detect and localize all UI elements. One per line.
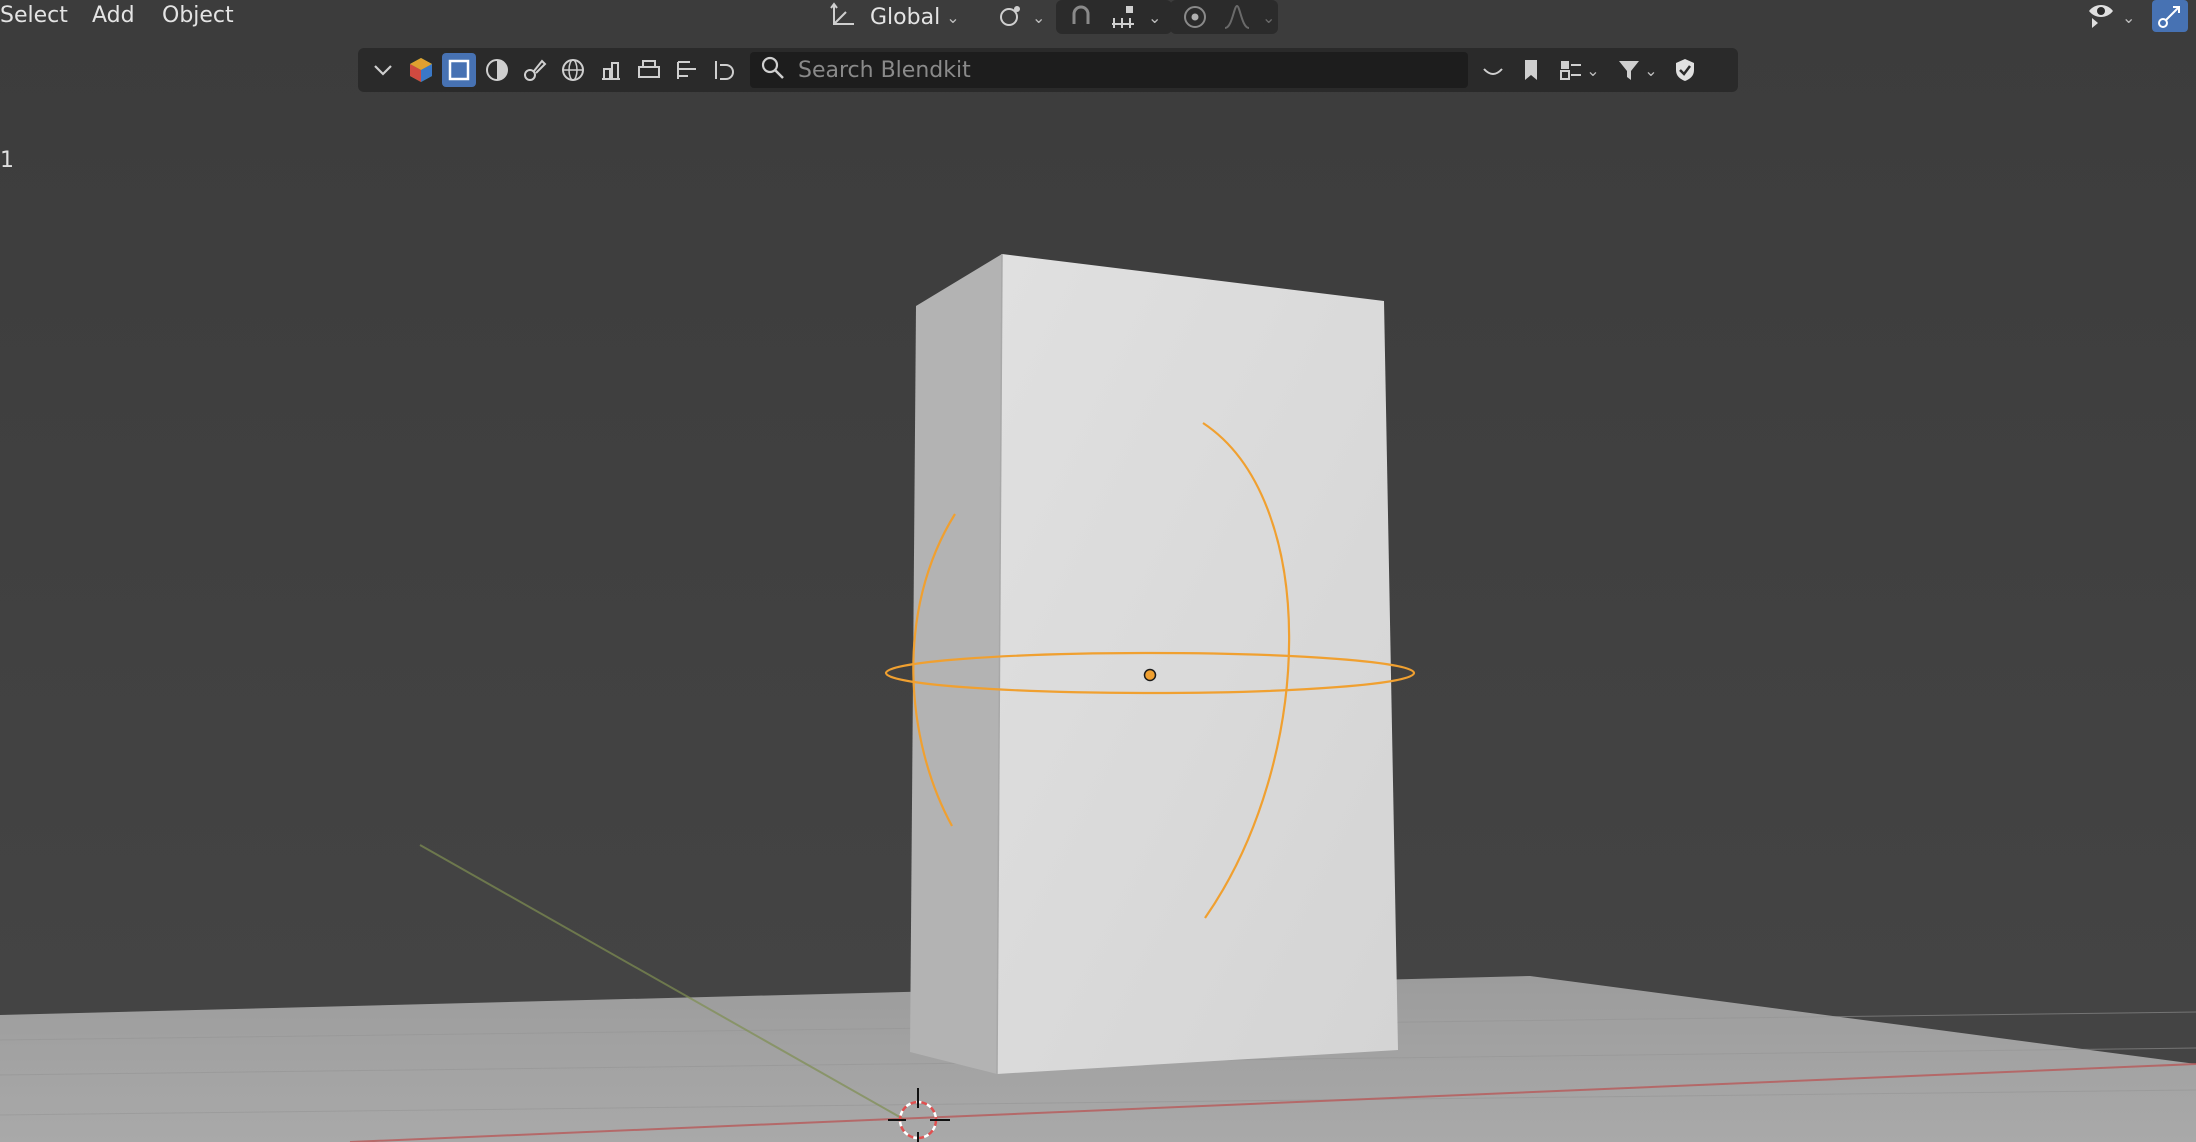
chevron-down-icon: ⌄ <box>2122 7 2136 27</box>
brush-icon[interactable] <box>518 53 552 87</box>
search-icon <box>760 55 786 85</box>
transform-orientation-icon <box>828 0 858 34</box>
chevron-down-icon: ⌄ <box>1586 60 1600 80</box>
menu-select[interactable]: Select <box>0 0 72 32</box>
viewport-header: Select Add Object Global ⌄ ⌄ ⌄ ⌄ ⌄ <box>0 0 2196 34</box>
3d-viewport[interactable] <box>0 0 2196 1142</box>
search-input[interactable] <box>796 56 1458 84</box>
search-box[interactable] <box>750 52 1468 88</box>
visibility-dropdown[interactable]: ⌄ <box>2080 0 2146 34</box>
hdr-icon[interactable] <box>556 53 590 87</box>
orientation-label: Global <box>870 4 941 30</box>
model-icon[interactable] <box>442 53 476 87</box>
object-origin <box>1143 668 1157 682</box>
chevron-down-icon: ⌄ <box>1032 7 1046 27</box>
menu-add[interactable]: Add <box>88 0 139 32</box>
asset-bar-icon[interactable]: ⌄ <box>1552 53 1606 87</box>
shield-icon[interactable] <box>1668 53 1702 87</box>
falloff-icon[interactable] <box>1218 2 1256 32</box>
gizmo-icon[interactable] <box>2152 0 2188 32</box>
menu-object[interactable]: Object <box>158 0 238 32</box>
snap-increment-icon[interactable] <box>1104 2 1142 32</box>
cube-front-face <box>997 254 1398 1074</box>
printable-icon[interactable] <box>632 53 666 87</box>
scene-icon[interactable] <box>594 53 628 87</box>
blenderkit-bar: ⌄ ⌄ <box>358 48 1738 92</box>
nodegroup-icon[interactable] <box>670 53 704 87</box>
filter-icon[interactable]: ⌄ <box>1610 53 1664 87</box>
chevron-down-icon[interactable]: ⌄ <box>1148 8 1161 27</box>
pivot-icon <box>996 0 1026 34</box>
chevron-down-icon: ⌄ <box>1644 60 1658 80</box>
viewport-side-mark: 1 <box>0 148 14 173</box>
addon-icon[interactable] <box>708 53 742 87</box>
bookmark-icon[interactable] <box>1514 53 1548 87</box>
blenderkit-logo-icon[interactable] <box>404 53 438 87</box>
chevron-down-icon[interactable]: ⌄ <box>1262 8 1275 27</box>
snap-group: ⌄ <box>1056 0 1172 34</box>
orientation-dropdown[interactable]: Global ⌄ <box>822 0 982 34</box>
proportional-edit-group: ⌄ <box>1170 0 1278 34</box>
chevron-down-icon: ⌄ <box>946 7 960 27</box>
snap-icon[interactable] <box>1062 2 1100 32</box>
material-icon[interactable] <box>480 53 514 87</box>
proportional-edit-icon[interactable] <box>1176 2 1214 32</box>
pivot-dropdown[interactable]: ⌄ <box>990 0 1058 34</box>
chevron-down-icon[interactable] <box>366 53 400 87</box>
visibility-icon <box>2086 0 2116 34</box>
collapse-icon[interactable] <box>1476 53 1510 87</box>
cube-side-face <box>910 254 1002 1074</box>
